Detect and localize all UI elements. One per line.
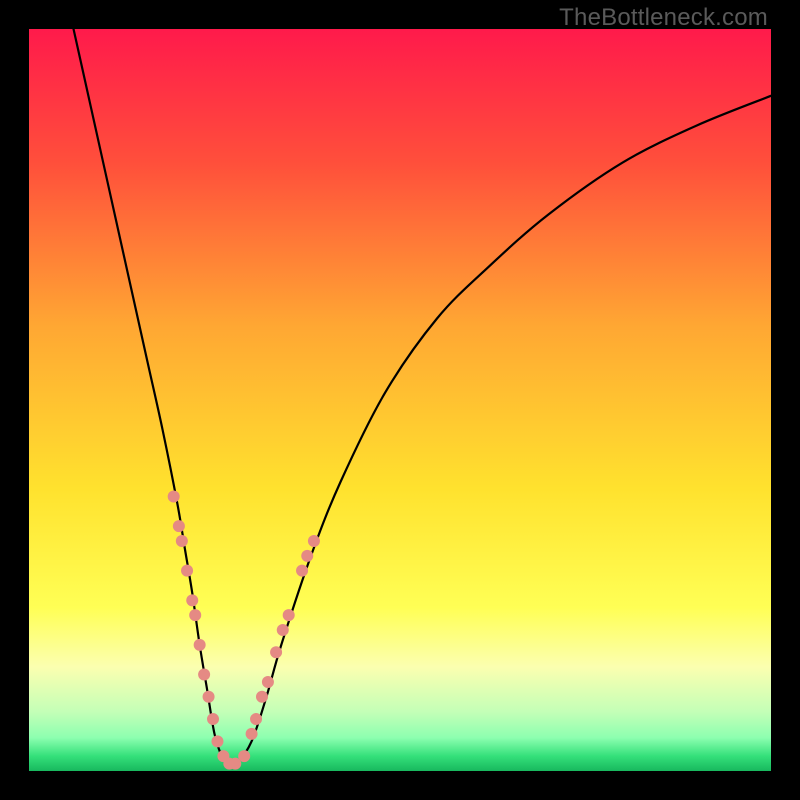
marker-point <box>308 535 320 547</box>
chart-background <box>29 29 771 771</box>
marker-point <box>256 691 268 703</box>
marker-point <box>262 676 274 688</box>
marker-point <box>296 565 308 577</box>
marker-point <box>238 750 250 762</box>
watermark-text: TheBottleneck.com <box>559 4 768 32</box>
marker-point <box>173 520 185 532</box>
chart-plot <box>29 29 771 771</box>
marker-point <box>207 713 219 725</box>
marker-point <box>176 535 188 547</box>
marker-point <box>168 490 180 502</box>
marker-point <box>181 565 193 577</box>
marker-point <box>250 713 262 725</box>
marker-point <box>203 691 215 703</box>
marker-point <box>283 609 295 621</box>
marker-point <box>246 728 258 740</box>
marker-point <box>186 594 198 606</box>
marker-point <box>301 550 313 562</box>
marker-point <box>198 669 210 681</box>
marker-point <box>211 735 223 747</box>
marker-point <box>277 624 289 636</box>
marker-point <box>270 646 282 658</box>
marker-point <box>194 639 206 651</box>
marker-point <box>189 609 201 621</box>
chart-frame <box>29 29 771 771</box>
